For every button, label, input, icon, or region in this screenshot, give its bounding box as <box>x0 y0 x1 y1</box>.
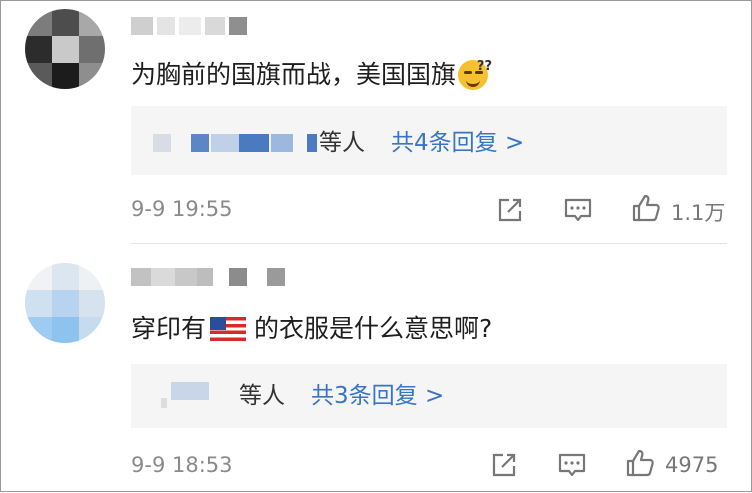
comment-item: 为胸前的国旗而战，美国国旗?? 等人 共4条回复 > 9-9 19:55 1.1… <box>1 1 752 244</box>
replies-count-link[interactable]: 共4条回复 > <box>391 128 524 158</box>
replies-others-label: 等人 <box>239 383 285 409</box>
replies-preview[interactable]: 等人 共3条回复 > <box>131 364 727 428</box>
replies-preview[interactable]: 等人 共4条回复 > <box>131 106 727 175</box>
comment-list: 为胸前的国旗而战，美国国旗?? 等人 共4条回复 > 9-9 19:55 1.1… <box>0 0 752 492</box>
replies-count-link[interactable]: 共3条回复 > <box>311 381 444 411</box>
comment-icon[interactable] <box>563 195 593 225</box>
share-icon[interactable] <box>489 450 519 480</box>
thumbs-up-icon[interactable] <box>625 448 655 478</box>
avatar[interactable] <box>25 9 105 89</box>
share-icon[interactable] <box>495 195 525 225</box>
comment-text: 为胸前的国旗而战，美国国旗?? <box>131 59 493 90</box>
comment-timestamp: 9-9 19:55 <box>131 197 233 221</box>
us-flag-emoji-icon <box>210 317 247 341</box>
thumbs-up-icon[interactable] <box>631 193 661 223</box>
like-count: 1.1万 <box>671 201 726 225</box>
comment-item: 穿印有 的衣服是什么意思啊? 等人 共3条回复 > 9-9 18:53 4975 <box>1 244 752 493</box>
avatar[interactable] <box>25 263 105 343</box>
thinking-grin-emoji-icon: ?? <box>458 59 492 90</box>
like-count: 4975 <box>665 453 719 477</box>
comment-icon[interactable] <box>557 450 587 480</box>
comment-timestamp: 9-9 18:53 <box>131 453 233 477</box>
replies-others-label: 等人 <box>319 130 365 156</box>
comment-text: 穿印有 的衣服是什么意思啊? <box>131 314 493 343</box>
